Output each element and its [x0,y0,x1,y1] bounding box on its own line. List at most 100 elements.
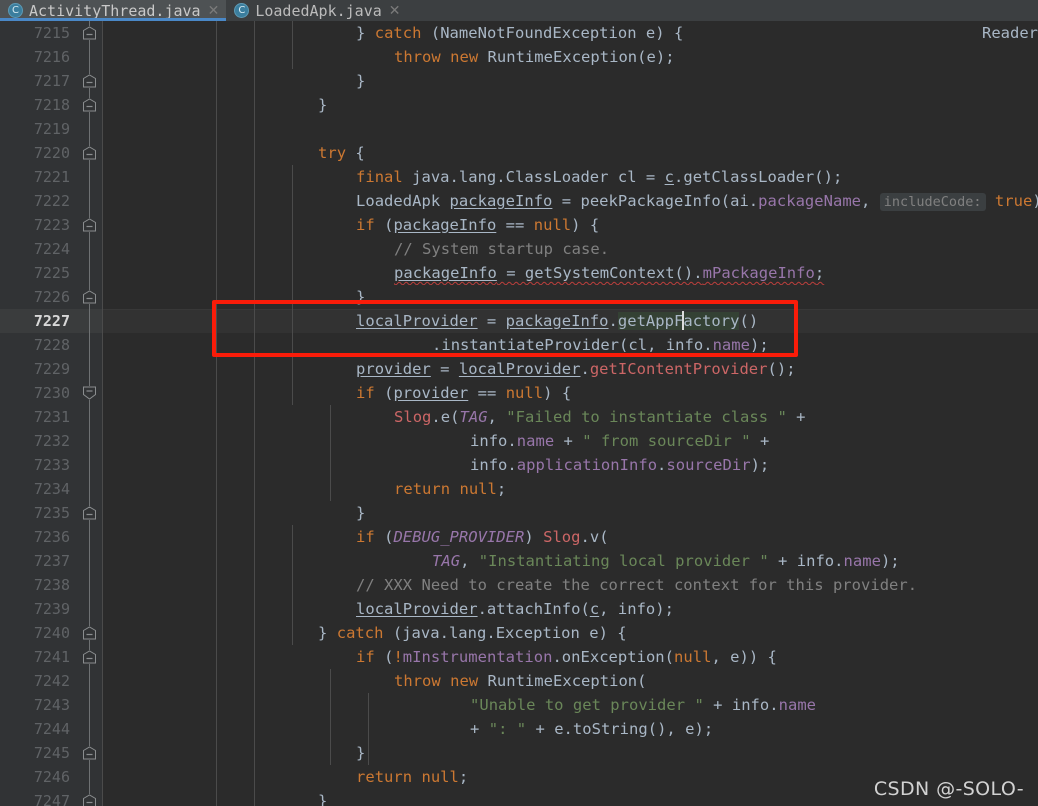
fold-strip[interactable] [78,237,102,261]
line-number-gutter[interactable]: 7235 [0,501,78,525]
fold-strip[interactable] [78,69,102,93]
code-text-cell[interactable]: TAG, "Instantiating local provider " + i… [102,549,1038,573]
code-text-cell[interactable]: if (!mInstrumentation.onException(null, … [102,645,1038,669]
code-text-cell[interactable]: } catch (java.lang.Exception e) { [102,621,1038,645]
tab-activitythread-java[interactable]: C ActivityThread.java ✕ [0,0,227,21]
line-number-gutter[interactable]: 7225 [0,261,78,285]
code-line-row[interactable]: 7232 info.name + " from sourceDir " + [0,429,1038,453]
fold-strip[interactable] [78,525,102,549]
code-line-row[interactable]: 7217 } [0,69,1038,93]
code-line-row[interactable]: 7215 } catch (NameNotFoundException e) { [0,21,1038,45]
code-text-cell[interactable]: .instantiateProvider(cl, info.name); [102,333,1038,357]
fold-strip[interactable] [78,597,102,621]
fold-collapse-icon[interactable] [82,626,97,640]
code-line-row[interactable]: 7245 } [0,741,1038,765]
code-text-cell[interactable]: LoadedApk packageInfo = peekPackageInfo(… [102,189,1038,213]
code-line-row[interactable]: 7243 "Unable to get provider " + info.na… [0,693,1038,717]
code-line-row[interactable]: 7231 Slog.e(TAG, "Failed to instantiate … [0,405,1038,429]
line-number-gutter[interactable]: 7222 [0,189,78,213]
parameter-inlay-hint[interactable]: includeCode: [879,193,986,211]
code-line-row[interactable]: 7240 } catch (java.lang.Exception e) { [0,621,1038,645]
line-number-gutter[interactable]: 7217 [0,69,78,93]
code-line-row[interactable]: 7229 provider = localProvider.getIConten… [0,357,1038,381]
fold-strip[interactable] [78,333,102,357]
line-number-gutter[interactable]: 7241 [0,645,78,669]
code-line-row[interactable]: 7242 throw new RuntimeException( [0,669,1038,693]
fold-strip[interactable] [78,621,102,645]
code-line-row[interactable]: 7235 } [0,501,1038,525]
line-number-gutter[interactable]: 7246 [0,765,78,789]
fold-collapse-icon[interactable] [82,146,97,160]
fold-strip[interactable] [78,141,102,165]
line-number-gutter[interactable]: 7218 [0,93,78,117]
code-text-cell[interactable]: if (provider == null) { [102,381,1038,405]
fold-strip[interactable] [78,165,102,189]
fold-collapse-icon[interactable] [82,98,97,112]
code-text-cell[interactable]: throw new RuntimeException( [102,669,1038,693]
code-text-cell[interactable]: "Unable to get provider " + info.name [102,693,1038,717]
line-number-gutter[interactable]: 7238 [0,573,78,597]
fold-strip[interactable] [78,429,102,453]
fold-strip[interactable] [78,477,102,501]
fold-strip[interactable] [78,453,102,477]
code-text-cell[interactable]: packageInfo = getSystemContext().mPackag… [102,261,1038,285]
code-line-row[interactable]: 7220 try { [0,141,1038,165]
code-text-cell[interactable]: throw new RuntimeException(e); [102,45,1038,69]
line-number-gutter[interactable]: 7233 [0,453,78,477]
code-text-cell[interactable]: } [102,285,1038,309]
code-text-cell[interactable]: return null; [102,477,1038,501]
code-line-row[interactable]: 7216 throw new RuntimeException(e); [0,45,1038,69]
code-line-row[interactable]: 7219 [0,117,1038,141]
code-text-cell[interactable]: // XXX Need to create the correct contex… [102,573,1038,597]
code-line-row[interactable]: 7233 info.applicationInfo.sourceDir); [0,453,1038,477]
fold-strip[interactable] [78,549,102,573]
code-line-row[interactable]: 7244 + ": " + e.toString(), e); [0,717,1038,741]
fold-strip[interactable] [78,45,102,69]
close-icon[interactable]: ✕ [208,4,220,18]
code-text-cell[interactable] [102,117,1038,141]
line-number-gutter[interactable]: 7226 [0,285,78,309]
code-text-cell[interactable]: } [102,93,1038,117]
fold-strip[interactable] [78,189,102,213]
fold-strip[interactable] [78,213,102,237]
line-number-gutter[interactable]: 7244 [0,717,78,741]
line-number-gutter[interactable]: 7219 [0,117,78,141]
fold-strip[interactable] [78,381,102,405]
line-number-gutter[interactable]: 7229 [0,357,78,381]
code-line-row[interactable]: 7230 if (provider == null) { [0,381,1038,405]
line-number-gutter[interactable]: 7230 [0,381,78,405]
code-text-cell[interactable]: info.applicationInfo.sourceDir); [102,453,1038,477]
code-text-cell[interactable]: localProvider = packageInfo.getAppFactor… [102,309,1038,333]
line-number-gutter[interactable]: 7236 [0,525,78,549]
fold-strip[interactable] [78,405,102,429]
fold-strip[interactable] [78,309,102,333]
line-number-gutter[interactable]: 7224 [0,237,78,261]
code-text-cell[interactable]: localProvider.attachInfo(c, info); [102,597,1038,621]
code-text-cell[interactable]: if (packageInfo == null) { [102,213,1038,237]
line-number-gutter[interactable]: 7243 [0,693,78,717]
code-line-row[interactable]: 7218 } [0,93,1038,117]
code-text-cell[interactable]: } [102,69,1038,93]
line-number-gutter[interactable]: 7228 [0,333,78,357]
fold-collapse-icon[interactable] [82,218,97,232]
fold-strip[interactable] [78,669,102,693]
fold-collapse-icon[interactable] [82,650,97,664]
code-text-cell[interactable]: Slog.e(TAG, "Failed to instantiate class… [102,405,1038,429]
code-line-row[interactable]: 7223 if (packageInfo == null) { [0,213,1038,237]
fold-strip[interactable] [78,117,102,141]
code-text-cell[interactable]: // System startup case. [102,237,1038,261]
fold-strip[interactable] [78,21,102,45]
code-line-row[interactable]: 7224 // System startup case. [0,237,1038,261]
line-number-gutter[interactable]: 7215 [0,21,78,45]
code-editor[interactable]: 7215 } catch (NameNotFoundException e) {… [0,21,1038,806]
fold-strip[interactable] [78,717,102,741]
code-text-cell[interactable]: provider = localProvider.getIContentProv… [102,357,1038,381]
line-number-gutter[interactable]: 7245 [0,741,78,765]
fold-strip[interactable] [78,645,102,669]
fold-collapse-icon[interactable] [82,794,97,806]
fold-collapse-icon[interactable] [82,506,97,520]
code-text-cell[interactable]: if (DEBUG_PROVIDER) Slog.v( [102,525,1038,549]
code-line-row[interactable]: 7228 .instantiateProvider(cl, info.name)… [0,333,1038,357]
code-line-row[interactable]: 7241 if (!mInstrumentation.onException(n… [0,645,1038,669]
line-number-gutter[interactable]: 7239 [0,597,78,621]
